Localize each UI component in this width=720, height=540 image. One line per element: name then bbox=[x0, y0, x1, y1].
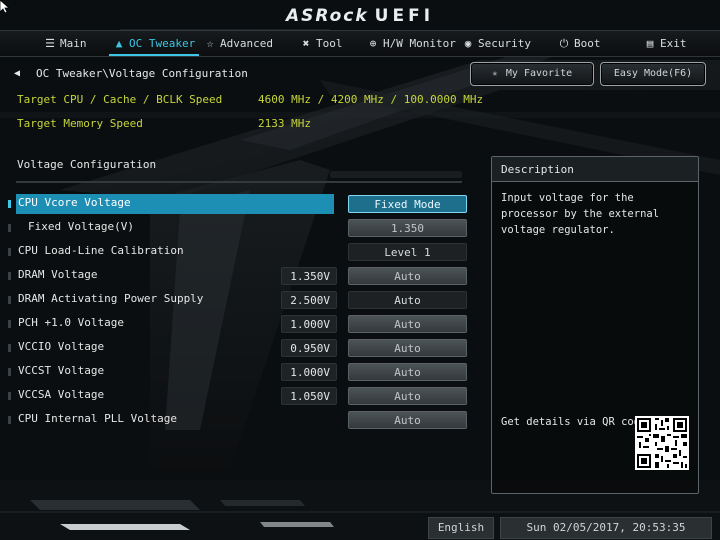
setting-option-dropdown[interactable]: Auto bbox=[348, 387, 467, 405]
datetime-display: Sun 02/05/2017, 20:53:35 bbox=[500, 517, 712, 539]
setting-row-cpu-internal-pll-voltage[interactable]: CPU Internal PLL Voltage Auto bbox=[8, 410, 468, 430]
breadcrumb: OC Tweaker\Voltage Configuration bbox=[36, 67, 248, 80]
info-value-memory-speed: 2133 MHz bbox=[258, 117, 311, 130]
setting-row-vccio-voltage[interactable]: VCCIO Voltage 0.950V Auto bbox=[8, 338, 468, 358]
easy-mode-button[interactable]: Easy Mode(F6) bbox=[600, 62, 706, 86]
star-icon: ★ bbox=[491, 68, 498, 79]
description-title: Description bbox=[501, 163, 574, 176]
setting-option-dropdown[interactable]: Auto bbox=[348, 363, 467, 381]
row-bullet bbox=[8, 392, 11, 400]
setting-option-dropdown[interactable]: Auto bbox=[348, 291, 467, 309]
shield-icon: ◉ bbox=[464, 37, 472, 50]
row-bullet bbox=[8, 224, 11, 232]
tab-security[interactable]: ◉ Security bbox=[462, 31, 531, 56]
tab-label: Security bbox=[478, 37, 531, 50]
setting-label: VCCST Voltage bbox=[18, 364, 105, 377]
row-bullet bbox=[8, 320, 11, 328]
brand-name: ASRock bbox=[285, 6, 369, 26]
exit-icon: ▤ bbox=[646, 37, 654, 50]
row-bullet bbox=[8, 416, 11, 424]
tab-main[interactable]: ☰ Main bbox=[44, 31, 87, 56]
monitor-icon: ⊕ bbox=[369, 37, 377, 50]
setting-label: VCCIO Voltage bbox=[18, 340, 105, 353]
section-title: Voltage Configuration bbox=[17, 158, 157, 171]
setting-row-fixed-voltage[interactable]: Fixed Voltage(V) 1.350 bbox=[8, 218, 468, 238]
droplet-icon: ▲ bbox=[115, 37, 123, 50]
setting-current-value: 1.350V bbox=[281, 267, 337, 285]
setting-option-dropdown[interactable]: Auto bbox=[348, 411, 467, 429]
setting-current-value: 1.000V bbox=[281, 315, 337, 333]
tab-label: Exit bbox=[660, 37, 687, 50]
tab-advanced[interactable]: ☆ Advanced bbox=[204, 31, 273, 56]
qr-code-icon bbox=[635, 416, 689, 470]
row-bullet bbox=[8, 248, 11, 256]
list-icon: ☰ bbox=[45, 37, 55, 50]
brand-logo: ASRock UEFI bbox=[0, 6, 720, 26]
setting-label: Fixed Voltage(V) bbox=[28, 220, 134, 233]
setting-label: VCCSA Voltage bbox=[18, 388, 105, 401]
setting-current-value: 1.000V bbox=[281, 363, 337, 381]
setting-row-cpu-load-line-calibration[interactable]: CPU Load-Line Calibration Level 1 bbox=[8, 242, 468, 262]
tab-label: OC Tweaker bbox=[129, 37, 196, 50]
tab-label: Main bbox=[60, 37, 87, 50]
section-divider bbox=[16, 181, 462, 183]
setting-option-dropdown[interactable]: Auto bbox=[348, 339, 467, 357]
main-nav-bar: ☰ Main ▲ OC Tweaker ☆ Advanced ✖ Tool ⊕ H/W M… bbox=[0, 30, 720, 57]
setting-label: CPU Internal PLL Voltage bbox=[18, 412, 177, 425]
setting-row-vccsa-voltage[interactable]: VCCSA Voltage 1.050V Auto bbox=[8, 386, 468, 406]
tab-boot[interactable]: ⏻ Boot bbox=[558, 31, 601, 56]
description-text: Input voltage for the processor by the e… bbox=[501, 192, 660, 236]
language-button[interactable]: English bbox=[428, 517, 494, 539]
row-bullet bbox=[8, 200, 11, 208]
power-icon: ⏻ bbox=[559, 37, 569, 50]
setting-current-value: 0.950V bbox=[281, 339, 337, 357]
info-label-memory-speed: Target Memory Speed bbox=[17, 117, 143, 130]
setting-row-cpu-vcore-voltage[interactable]: CPU Vcore Voltage Fixed Mode bbox=[8, 194, 468, 214]
setting-current-value: 2.500V bbox=[281, 291, 337, 309]
setting-row-pch-voltage[interactable]: PCH +1.0 Voltage 1.000V Auto bbox=[8, 314, 468, 334]
setting-option-dropdown[interactable]: Level 1 bbox=[348, 243, 467, 261]
back-arrow-icon[interactable]: ◀ bbox=[14, 68, 20, 79]
section-header-bar bbox=[330, 171, 462, 178]
row-bullet bbox=[8, 296, 11, 304]
tab-exit[interactable]: ▤ Exit bbox=[644, 31, 687, 56]
setting-option-dropdown[interactable]: Auto bbox=[348, 267, 467, 285]
row-bullet bbox=[8, 272, 11, 280]
setting-row-dram-activating-power-supply[interactable]: DRAM Activating Power Supply 2.500V Auto bbox=[8, 290, 468, 310]
tab-label: Boot bbox=[574, 37, 601, 50]
setting-label: DRAM Voltage bbox=[18, 268, 98, 281]
setting-row-dram-voltage[interactable]: DRAM Voltage 1.350V Auto bbox=[8, 266, 468, 286]
tab-label: H/W Monitor bbox=[383, 37, 456, 50]
tab-tool[interactable]: ✖ Tool bbox=[300, 31, 343, 56]
info-value-cpu-speed: 4600 MHz / 4200 MHz / 100.0000 MHz bbox=[258, 93, 484, 106]
description-panel: Description Input voltage for the proces… bbox=[491, 156, 699, 494]
product-name: UEFI bbox=[374, 6, 435, 26]
row-bullet bbox=[8, 344, 11, 352]
setting-row-vccst-voltage[interactable]: VCCST Voltage 1.000V Auto bbox=[8, 362, 468, 382]
info-label-cpu-speed: Target CPU / Cache / BCLK Speed bbox=[17, 93, 223, 106]
tab-oc-tweaker[interactable]: ▲ OC Tweaker bbox=[108, 31, 200, 56]
setting-label: CPU Vcore Voltage bbox=[18, 196, 131, 209]
star-icon: ☆ bbox=[206, 37, 214, 50]
setting-label: DRAM Activating Power Supply bbox=[18, 292, 204, 305]
tab-hw-monitor[interactable]: ⊕ H/W Monitor bbox=[367, 31, 456, 56]
my-favorite-label: My Favorite bbox=[505, 68, 573, 79]
qr-code-label: Get details via QR code bbox=[501, 416, 647, 428]
row-bullet bbox=[8, 368, 11, 376]
tab-label: Advanced bbox=[220, 37, 273, 50]
setting-label: CPU Load-Line Calibration bbox=[18, 244, 184, 257]
tab-label: Tool bbox=[316, 37, 343, 50]
setting-option-dropdown[interactable]: Auto bbox=[348, 315, 467, 333]
setting-current-value: 1.050V bbox=[281, 387, 337, 405]
tools-icon: ✖ bbox=[302, 37, 310, 50]
my-favorite-button[interactable]: ★ My Favorite bbox=[470, 62, 594, 86]
setting-option-dropdown[interactable]: Fixed Mode bbox=[348, 195, 467, 213]
description-header: Description bbox=[492, 157, 698, 182]
setting-label: PCH +1.0 Voltage bbox=[18, 316, 124, 329]
setting-value-input[interactable]: 1.350 bbox=[348, 219, 467, 237]
